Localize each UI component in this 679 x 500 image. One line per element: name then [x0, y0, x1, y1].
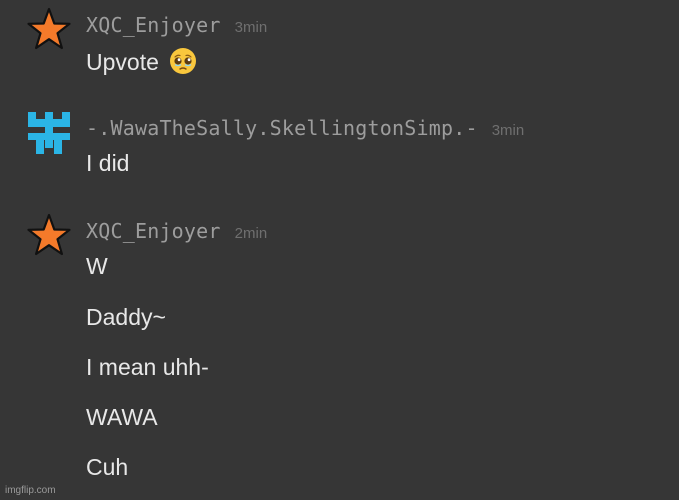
timestamp: 2min — [234, 225, 268, 242]
chat-screen: { "messages": [ { "username": "XQC_Enjoy… — [0, 0, 679, 500]
message-line: Daddy~ — [86, 304, 166, 330]
timestamp: 3min — [491, 122, 525, 139]
orange-star-icon[interactable] — [26, 212, 72, 258]
message-header: -.WawaTheSally.SkellingtonSimp.- 3min — [86, 116, 524, 140]
message-header: XQC_Enjoyer 2min — [86, 219, 267, 243]
username[interactable]: XQC_Enjoyer — [86, 219, 221, 243]
message-line: W — [86, 253, 108, 279]
username[interactable]: -.WawaTheSally.SkellingtonSimp.- — [86, 116, 478, 140]
message-header: XQC_Enjoyer 3min — [86, 13, 267, 37]
pleading-face-emoji — [169, 47, 197, 75]
message-line: I mean uhh- — [86, 354, 209, 380]
message-line: Upvote — [86, 49, 159, 75]
watermark: imgflip.com — [5, 485, 56, 496]
message-line: WAWA — [86, 404, 158, 430]
orange-star-icon[interactable] — [26, 6, 72, 52]
cyan-glyph-icon[interactable] — [26, 110, 72, 156]
message-text: Upvote — [86, 47, 197, 76]
message-line: I did — [86, 150, 130, 176]
message-line: Cuh — [86, 454, 129, 480]
timestamp: 3min — [234, 19, 268, 36]
username[interactable]: XQC_Enjoyer — [86, 13, 221, 37]
